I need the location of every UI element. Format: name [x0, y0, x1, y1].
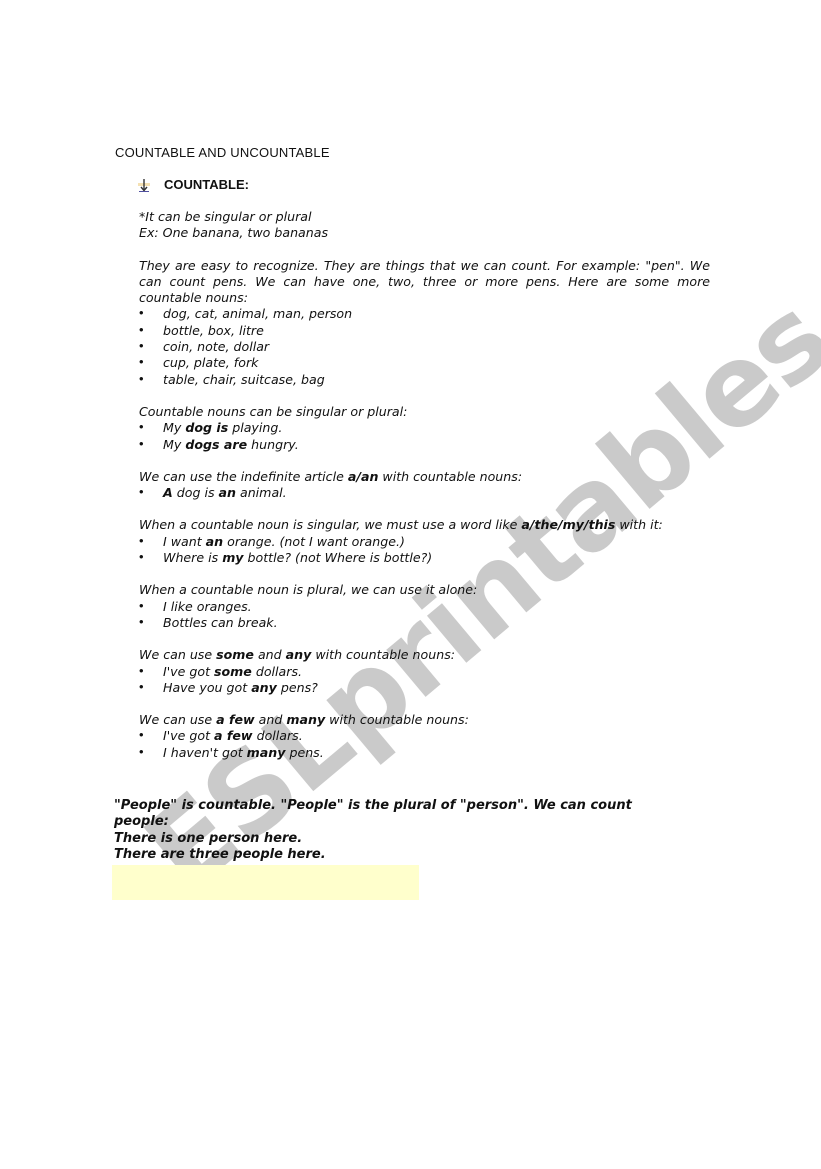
noun-list: dog, cat, animal, man, person bottle, bo… [139, 306, 710, 389]
example-text: pens? [276, 679, 318, 695]
intro-text: and [254, 712, 287, 728]
few-many-block: We can use a few and many with countable… [139, 712, 710, 761]
intro-bold: a/an [347, 468, 379, 484]
section-heading-text: COUNTABLE: [164, 177, 249, 192]
example-bold: dogs are [185, 436, 248, 452]
example-text: My [163, 420, 186, 436]
some-any-block: We can use some and any with countable n… [139, 647, 710, 696]
example-item: I like oranges. [139, 599, 710, 616]
example-text: Have you got [163, 679, 252, 695]
noun-list-item: coin, note, dollar [139, 339, 710, 356]
intro-block: *It can be singular or plural Ex: One ba… [139, 209, 710, 242]
plural-rule-list: I like oranges. Bottles can break. [139, 599, 710, 632]
example-bold: dog is [185, 420, 229, 436]
noun-list-item: bottle, box, litre [139, 323, 710, 340]
singular-plural-list: My dog is playing. My dogs are hungry. [139, 420, 710, 453]
noun-list-item: dog, cat, animal, man, person [139, 306, 710, 323]
singular-rule-intro: When a countable noun is singular, we mu… [139, 517, 710, 533]
intro-text: and [253, 647, 286, 663]
example-bold: any [251, 679, 277, 695]
document-title: COUNTABLE AND UNCOUNTABLE [115, 145, 330, 160]
example-item: I haven't got many pens. [139, 744, 710, 762]
noun-list-item: table, chair, suitcase, bag [139, 372, 710, 389]
few-many-intro: We can use a few and many with countable… [139, 712, 710, 728]
example-item: I've got a few dollars. [139, 728, 710, 745]
example-text: hungry. [247, 436, 299, 452]
nouns-block: They are easy to recognize. They are thi… [139, 257, 710, 389]
example-text: dollars. [252, 728, 303, 744]
example-bold: A [163, 485, 173, 501]
intro-line-2: Ex: One banana, two bananas [139, 225, 329, 241]
people-note-line-2: There is one person here. [114, 830, 303, 846]
example-text: dog is [172, 485, 219, 501]
article-list: A dog is an animal. [139, 485, 710, 502]
section-heading: COUNTABLE: [138, 177, 249, 192]
example-text: I haven't got [163, 744, 247, 760]
article-intro: We can use the indefinite article a/an w… [139, 469, 710, 485]
intro-text: with countable nouns: [311, 647, 456, 663]
example-bold: some [214, 663, 252, 679]
noun-list-item: cup, plate, fork [139, 355, 710, 372]
example-text: I want [163, 533, 206, 549]
intro-text: with countable nouns: [378, 468, 523, 484]
some-any-list: I've got some dollars. Have you got any … [139, 664, 710, 697]
people-note-line-3: There are three people here. [114, 847, 326, 863]
paragraph-countable-nouns: They are easy to recognize. They are thi… [139, 257, 710, 306]
down-arrow-bullet-icon [138, 178, 150, 192]
intro-bold: many [286, 712, 326, 728]
example-text: orange. (not I want orange.) [223, 533, 405, 549]
example-item: Bottles can break. [139, 615, 710, 632]
example-text: animal. [235, 485, 287, 501]
singular-plural-intro: Countable nouns can be singular or plura… [139, 403, 408, 419]
example-text: My [163, 436, 186, 452]
plural-rule-intro: When a countable noun is plural, we can … [139, 582, 478, 598]
worksheet-page: ESLprintables.com COUNTABLE AND UNCOUNTA… [0, 0, 821, 1169]
example-item: I've got some dollars. [139, 663, 710, 681]
some-any-intro: We can use some and any with countable n… [139, 647, 710, 663]
example-text: bottle? (not Where is bottle?) [243, 550, 433, 566]
example-bold: an [205, 533, 224, 549]
example-text: I've got [163, 663, 215, 679]
intro-text: We can use the indefinite article [139, 468, 348, 484]
intro-text: When a countable noun is singular, we mu… [139, 517, 522, 533]
intro-line-1: *It can be singular or plural [139, 209, 312, 224]
people-note-line-1: "People" is countable. "People" is the p… [114, 798, 632, 830]
people-note: "People" is countable. "People" is the p… [114, 798, 674, 864]
example-item: Have you got any pens? [139, 679, 710, 697]
example-bold: an [218, 485, 236, 501]
few-many-list: I've got a few dollars. I haven't got ma… [139, 728, 710, 761]
intro-text: with countable nouns: [325, 712, 469, 728]
example-text: pens. [285, 744, 324, 760]
example-bold: a few [214, 728, 253, 744]
example-bold: many [246, 744, 286, 760]
intro-bold: a few [216, 712, 255, 728]
intro-bold: any [285, 647, 312, 663]
highlight-box [112, 865, 419, 900]
example-text: Where is [163, 550, 223, 566]
example-item: My dogs are hungry. [139, 436, 710, 454]
example-text: playing. [228, 420, 283, 436]
plural-rule-block: When a countable noun is plural, we can … [139, 582, 710, 631]
example-item: My dog is playing. [139, 420, 710, 437]
content-body: *It can be singular or plural Ex: One ba… [139, 209, 710, 777]
singular-rule-list: I want an orange. (not I want orange.) W… [139, 534, 710, 567]
intro-bold: a/the/my/this [521, 517, 616, 533]
intro-text: We can use [139, 647, 217, 663]
intro-text: with it: [615, 517, 663, 533]
singular-plural-block: Countable nouns can be singular or plura… [139, 404, 710, 453]
example-item: I want an orange. (not I want orange.) [139, 533, 710, 551]
article-block: We can use the indefinite article a/an w… [139, 469, 710, 502]
example-text: dollars. [251, 663, 303, 679]
example-bold: my [222, 550, 244, 566]
intro-text: We can use [139, 712, 217, 728]
example-item: Where is my bottle? (not Where is bottle… [139, 550, 710, 567]
example-text: I've got [163, 728, 215, 744]
singular-rule-block: When a countable noun is singular, we mu… [139, 517, 710, 566]
intro-bold: some [216, 647, 254, 663]
example-item: A dog is an animal. [139, 485, 710, 502]
